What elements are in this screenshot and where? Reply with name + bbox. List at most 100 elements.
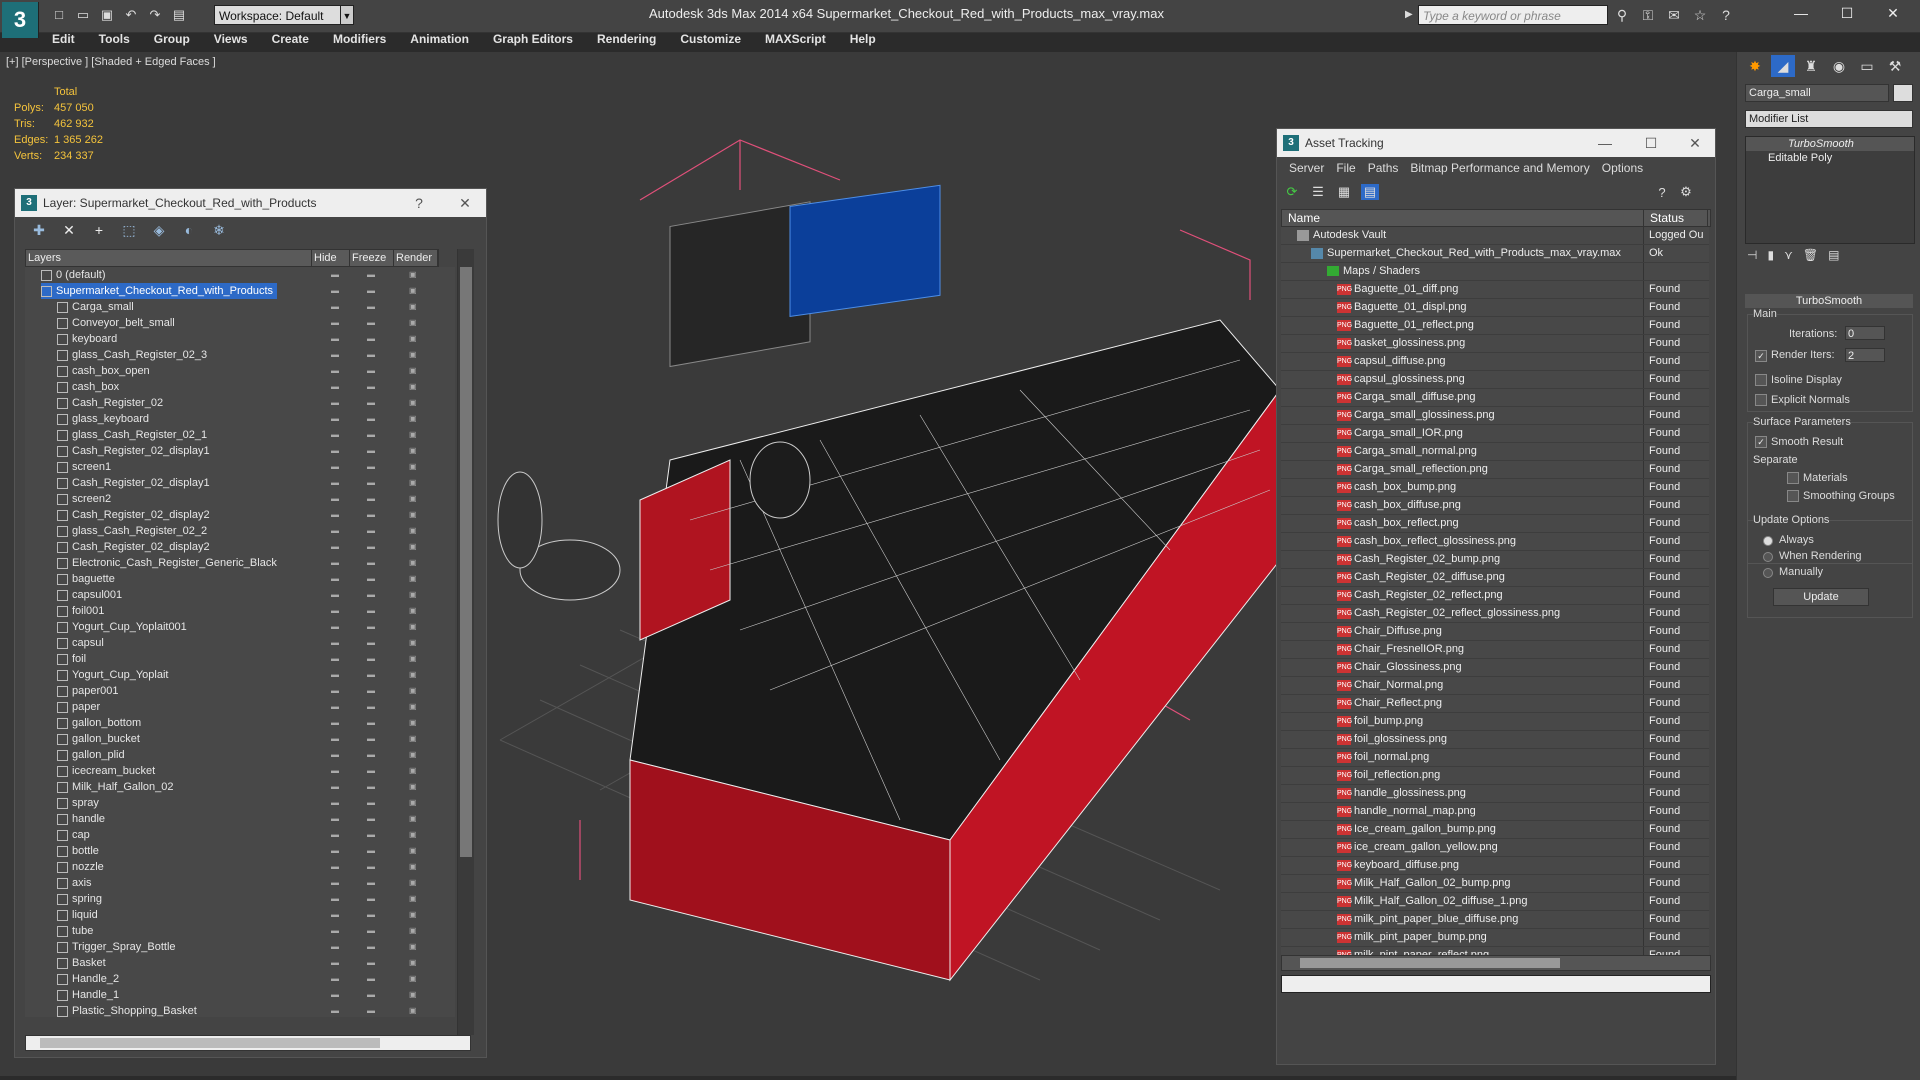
hide-toggle-icon[interactable]: ▬ <box>331 347 339 363</box>
asset-name[interactable]: PNG ice_cream_gallon_yellow.png <box>1337 839 1498 856</box>
maximize-button[interactable]: ☐ <box>1637 129 1665 157</box>
freeze-toggle-icon[interactable]: ▬ <box>367 891 375 907</box>
render-toggle-icon[interactable]: ▣ <box>409 507 417 523</box>
highlight-layer-icon[interactable]: ◈ <box>149 222 169 239</box>
freeze-toggle-icon[interactable]: ▬ <box>367 779 375 795</box>
hide-toggle-icon[interactable]: ▬ <box>331 459 339 475</box>
asset-name[interactable]: PNG Milk_Half_Gallon_02_bump.png <box>1337 875 1511 892</box>
render-toggle-icon[interactable]: ▣ <box>409 411 417 427</box>
freeze-toggle-icon[interactable]: ▬ <box>367 443 375 459</box>
asset-name[interactable]: PNG Chair_FresnelIOR.png <box>1337 641 1464 658</box>
freeze-toggle-icon[interactable]: ▬ <box>367 379 375 395</box>
freeze-toggle-icon[interactable]: ▬ <box>367 267 375 283</box>
menu-tools[interactable]: Tools <box>87 28 142 50</box>
asset-row[interactable]: PNG handle_glossiness.png Found <box>1281 785 1709 803</box>
utilities-tab-icon[interactable]: ⚒ <box>1883 55 1907 77</box>
stack-item-turbosmooth[interactable]: TurboSmooth <box>1746 137 1914 151</box>
freeze-toggle-icon[interactable]: ▬ <box>367 491 375 507</box>
hide-toggle-icon[interactable]: ▬ <box>331 907 339 923</box>
layer-row[interactable]: paper001 ▬ ▬ ▣ <box>25 683 455 699</box>
render-toggle-icon[interactable]: ▣ <box>409 875 417 891</box>
render-toggle-icon[interactable]: ▣ <box>409 683 417 699</box>
asset-name[interactable]: PNG cash_box_reflect_glossiness.png <box>1337 533 1516 550</box>
freeze-toggle-icon[interactable]: ▬ <box>367 651 375 667</box>
layer-row[interactable]: glass_Cash_Register_02_2 ▬ ▬ ▣ <box>25 523 455 539</box>
asset-name[interactable]: PNG foil_bump.png <box>1337 713 1423 730</box>
layer-name[interactable]: capsul001 <box>57 587 122 603</box>
render-toggle-icon[interactable]: ▣ <box>409 347 417 363</box>
hide-toggle-icon[interactable]: ▬ <box>331 603 339 619</box>
asset-row[interactable]: PNG milk_pint_paper_bump.png Found <box>1281 929 1709 947</box>
menu-graph-editors[interactable]: Graph Editors <box>481 28 585 50</box>
render-toggle-icon[interactable]: ▣ <box>409 827 417 843</box>
hierarchy-tab-icon[interactable]: ♜ <box>1799 55 1823 77</box>
asset-name[interactable]: Maps / Shaders <box>1327 263 1420 280</box>
layer-row[interactable]: liquid ▬ ▬ ▣ <box>25 907 455 923</box>
freeze-toggle-icon[interactable]: ▬ <box>367 971 375 987</box>
asset-row[interactable]: Maps / Shaders <box>1281 263 1709 281</box>
layer-row[interactable]: Yogurt_Cup_Yoplait ▬ ▬ ▣ <box>25 667 455 683</box>
stack-item-editable-poly[interactable]: Editable Poly <box>1746 151 1914 165</box>
materials-checkbox[interactable] <box>1787 472 1799 484</box>
asset-name[interactable]: PNG keyboard_diffuse.png <box>1337 857 1459 874</box>
layer-name[interactable]: keyboard <box>57 331 117 347</box>
render-toggle-icon[interactable]: ▣ <box>409 1003 417 1017</box>
layer-name[interactable]: bottle <box>57 843 99 859</box>
update-button[interactable]: Update <box>1773 588 1869 606</box>
freeze-toggle-icon[interactable]: ▬ <box>367 571 375 587</box>
layer-row[interactable]: gallon_plid ▬ ▬ ▣ <box>25 747 455 763</box>
layer-name[interactable]: Carga_small <box>57 299 134 315</box>
asset-name[interactable]: PNG Cash_Register_02_diffuse.png <box>1337 569 1505 586</box>
asset-name[interactable]: PNG Carga_small_reflection.png <box>1337 461 1488 478</box>
render-toggle-icon[interactable]: ▣ <box>409 923 417 939</box>
render-toggle-icon[interactable]: ▣ <box>409 955 417 971</box>
hide-toggle-icon[interactable]: ▬ <box>331 475 339 491</box>
freeze-toggle-icon[interactable]: ▬ <box>367 715 375 731</box>
layer-name[interactable]: handle <box>57 811 105 827</box>
layer-row[interactable]: screen1 ▬ ▬ ▣ <box>25 459 455 475</box>
layer-name[interactable]: paper001 <box>57 683 119 699</box>
render-toggle-icon[interactable]: ▣ <box>409 763 417 779</box>
hide-toggle-icon[interactable]: ▬ <box>331 843 339 859</box>
render-toggle-icon[interactable]: ▣ <box>409 635 417 651</box>
layer-row[interactable]: foil ▬ ▬ ▣ <box>25 651 455 667</box>
layer-name[interactable]: Electronic_Cash_Register_Generic_Black <box>57 555 277 571</box>
asset-row[interactable]: PNG Milk_Half_Gallon_02_bump.png Found <box>1281 875 1709 893</box>
asset-row[interactable]: PNG cash_box_reflect.png Found <box>1281 515 1709 533</box>
asset-row[interactable]: PNG Carga_small_diffuse.png Found <box>1281 389 1709 407</box>
asset-row[interactable]: PNG Baguette_01_reflect.png Found <box>1281 317 1709 335</box>
layer-name[interactable]: Yogurt_Cup_Yoplait <box>57 667 168 683</box>
hide-toggle-icon[interactable]: ▬ <box>331 523 339 539</box>
layer-name[interactable]: capsul <box>57 635 104 651</box>
freeze-toggle-icon[interactable]: ▬ <box>367 619 375 635</box>
asset-name[interactable]: PNG Cash_Register_02_bump.png <box>1337 551 1500 568</box>
freeze-toggle-icon[interactable]: ▬ <box>367 731 375 747</box>
render-toggle-icon[interactable]: ▣ <box>409 699 417 715</box>
asset-name[interactable]: PNG capsul_glossiness.png <box>1337 371 1465 388</box>
asset-row[interactable]: PNG foil_bump.png Found <box>1281 713 1709 731</box>
col-hide[interactable]: Hide <box>312 250 350 266</box>
asset-name[interactable]: PNG Cash_Register_02_reflect.png <box>1337 587 1503 604</box>
save-icon[interactable]: ▣ <box>98 7 116 23</box>
freeze-toggle-icon[interactable]: ▬ <box>367 555 375 571</box>
layer-row[interactable]: bottle ▬ ▬ ▣ <box>25 843 455 859</box>
explicit-normals-checkbox[interactable] <box>1755 394 1767 406</box>
render-toggle-icon[interactable]: ▣ <box>409 731 417 747</box>
freeze-toggle-icon[interactable]: ▬ <box>367 699 375 715</box>
layer-vertical-scrollbar[interactable] <box>457 249 474 1035</box>
render-toggle-icon[interactable]: ▣ <box>409 907 417 923</box>
hide-toggle-icon[interactable]: ▬ <box>331 539 339 555</box>
layer-name[interactable]: spring <box>57 891 102 907</box>
asset-name[interactable]: Autodesk Vault <box>1297 227 1386 244</box>
layer-name[interactable]: glass_Cash_Register_02_3 <box>57 347 207 363</box>
layer-name[interactable]: Cash_Register_02 <box>57 395 163 411</box>
layer-row[interactable]: screen2 ▬ ▬ ▣ <box>25 491 455 507</box>
asset-name[interactable]: PNG Cash_Register_02_reflect_glossiness.p… <box>1337 605 1560 622</box>
freeze-toggle-icon[interactable]: ▬ <box>367 507 375 523</box>
hide-toggle-icon[interactable]: ▬ <box>331 299 339 315</box>
favorites-star-icon[interactable]: ☆ <box>1690 6 1710 24</box>
asset-name[interactable]: PNG Baguette_01_reflect.png <box>1337 317 1474 334</box>
layer-row[interactable]: Trigger_Spray_Bottle ▬ ▬ ▣ <box>25 939 455 955</box>
remove-modifier-icon[interactable]: 🗑 <box>1803 248 1818 262</box>
hide-toggle-icon[interactable]: ▬ <box>331 939 339 955</box>
